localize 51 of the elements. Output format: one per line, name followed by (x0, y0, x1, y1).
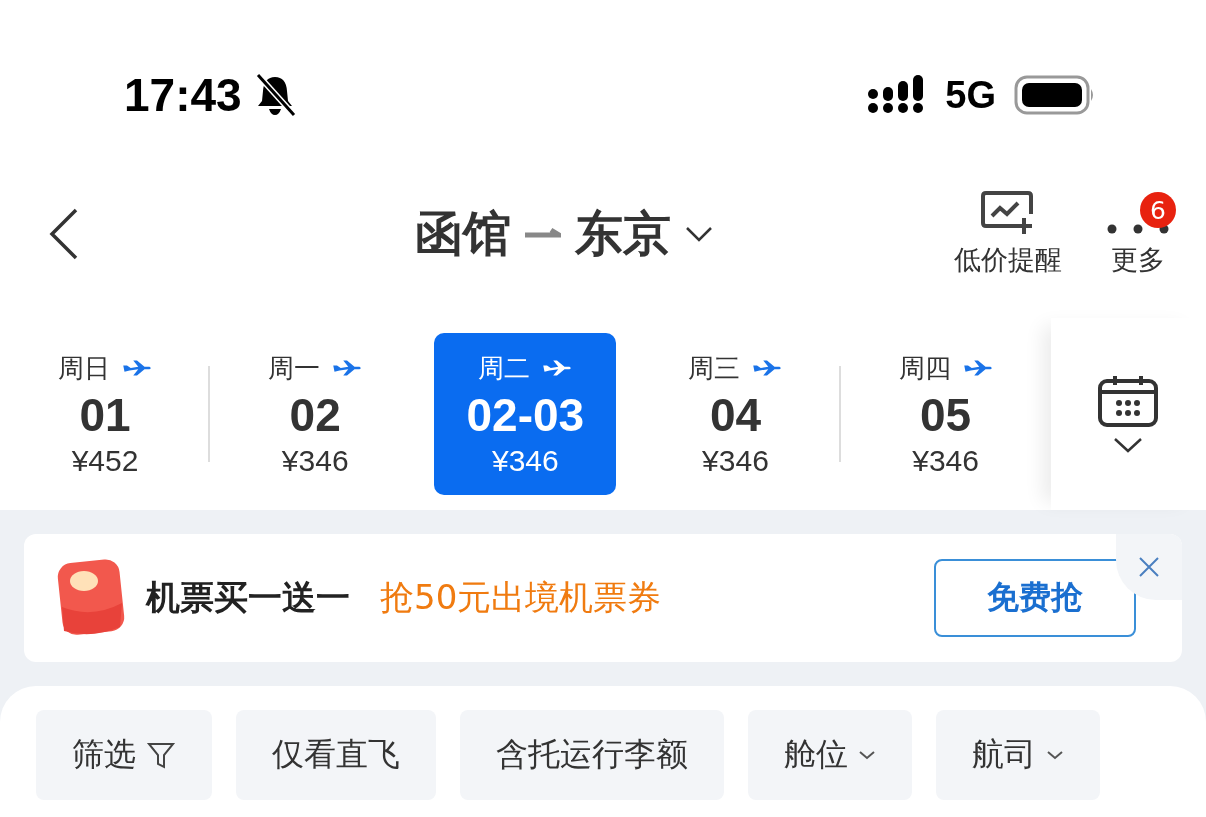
weekday-label: 周三 (688, 351, 741, 385)
caret-icon (858, 749, 876, 761)
filter-chip[interactable]: 含托运行李额 (460, 710, 724, 800)
date-tab[interactable]: 周四 05 ¥346 (854, 333, 1037, 495)
weekday-label: 周日 (58, 351, 111, 385)
plane-icon (332, 359, 363, 377)
price-label: ¥346 (702, 443, 769, 478)
notification-badge: 6 (1140, 192, 1176, 228)
date-label: 01 (79, 387, 131, 442)
caret-icon[interactable] (685, 225, 713, 243)
promo-title: 机票买一送一 (146, 576, 350, 619)
price-label: ¥346 (281, 443, 349, 478)
clock-time: 17:43 (124, 68, 242, 122)
weekday-label: 周四 (898, 351, 951, 385)
network-label: 5G (945, 73, 996, 117)
caret-icon (1113, 436, 1144, 454)
promo-offer: 抢50元出境机票券 (380, 576, 663, 619)
filter-chip[interactable]: 舱位 (748, 710, 912, 800)
battery-icon (1014, 75, 1096, 115)
date-label: 02-03 (466, 387, 585, 442)
filter-chip[interactable]: 仅看直飞 (236, 710, 436, 800)
plane-icon (122, 359, 153, 377)
price-alert-button[interactable]: 低价提醒 (954, 190, 1062, 278)
filter-icon (146, 740, 176, 770)
close-icon (1138, 556, 1160, 578)
date-tab[interactable]: 周三 04 ¥346 (644, 333, 827, 495)
date-label: 02 (289, 387, 341, 442)
more-button[interactable]: 更多 6 (1106, 192, 1176, 278)
weekday-label: 周二 (478, 351, 531, 385)
origin-city: 函馆 (415, 204, 511, 263)
date-tab[interactable]: 周一 02 ¥346 (224, 333, 407, 495)
calendar-icon (1097, 374, 1160, 428)
destination-city: 东京 (575, 204, 671, 263)
price-label: ¥346 (491, 443, 559, 478)
caret-icon (1046, 749, 1064, 761)
plane-icon (752, 359, 783, 377)
date-label: 04 (709, 387, 762, 442)
filter-chip[interactable]: 筛选 (36, 710, 212, 800)
price-label: ¥452 (71, 443, 139, 478)
filter-chip[interactable]: 航司 (936, 710, 1100, 800)
price-label: ¥346 (912, 443, 979, 478)
calendar-button[interactable] (1050, 318, 1206, 510)
close-button[interactable] (1116, 534, 1182, 600)
date-label: 05 (920, 387, 972, 442)
plane-icon (962, 359, 993, 377)
plane-icon (542, 359, 573, 377)
chart-plus-icon (980, 190, 1036, 236)
date-tab[interactable]: 周二 02-03 ¥346 (434, 333, 617, 495)
weekday-label: 周一 (268, 351, 321, 385)
date-tab[interactable]: 周日 01 ¥452 (14, 333, 197, 495)
claim-button[interactable]: 免费抢 (934, 559, 1136, 637)
